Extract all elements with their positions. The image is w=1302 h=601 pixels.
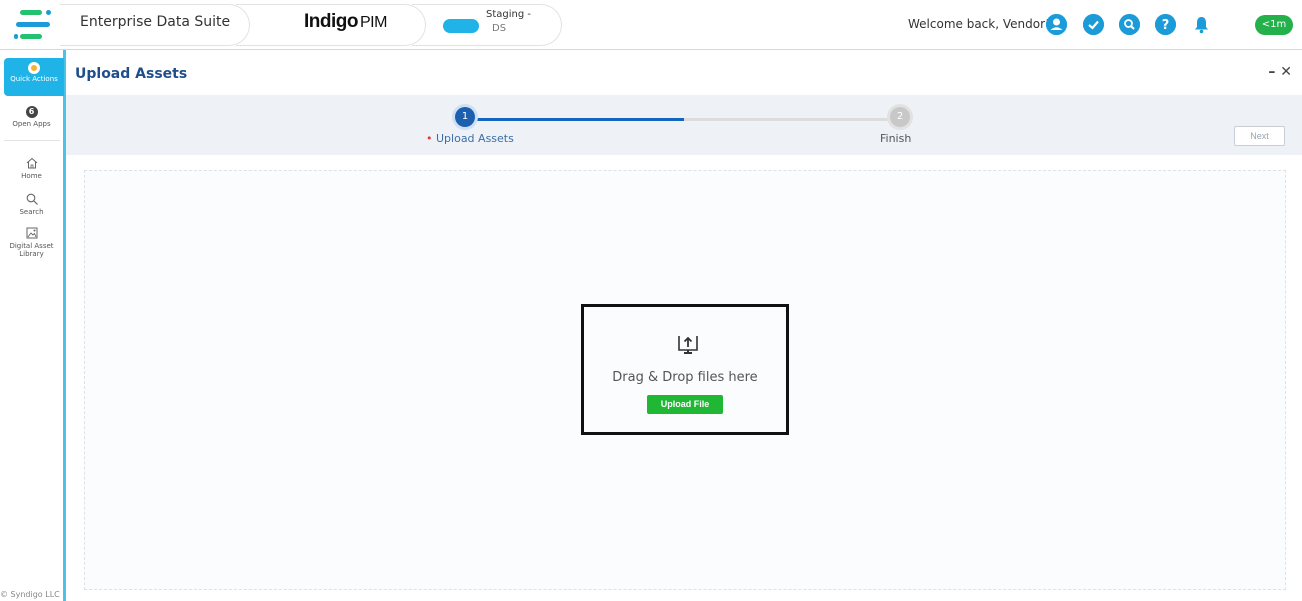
step-1-indicator[interactable]: 1 (455, 107, 475, 127)
step-2-indicator[interactable]: 2 (890, 107, 910, 127)
sidebar-item-search[interactable]: Search (0, 192, 63, 216)
svg-text:?: ? (1162, 18, 1170, 33)
upload-file-button[interactable]: Upload File (647, 395, 723, 414)
window-controls: – ✕ (1268, 64, 1292, 80)
main-panel: Upload Assets – ✕ 1 2 Upload Assets Fini… (66, 50, 1302, 601)
bell-icon[interactable] (1191, 14, 1212, 35)
stepper: 1 2 Upload Assets Finish Next (66, 95, 1302, 155)
sidebar-item-home[interactable]: Home (0, 156, 63, 180)
close-button[interactable]: ✕ (1280, 64, 1292, 80)
sidebar-item-digital-asset-library[interactable]: Digital Asset Library (0, 226, 63, 258)
step-2-label: Finish (880, 132, 912, 145)
quick-actions-icon (28, 62, 40, 74)
user-icon[interactable] (1046, 14, 1067, 35)
welcome-message: Welcome back, Vendor! (908, 17, 1050, 31)
env-label: Staging - DS (486, 9, 531, 34)
time-badge[interactable]: <1m (1255, 15, 1293, 35)
top-bar: Enterprise Data Suite Indigo PIM Staging … (0, 0, 1302, 50)
page-title: Upload Assets (75, 66, 188, 82)
open-apps-count: 6 (25, 106, 38, 118)
step-progress-line (462, 118, 684, 121)
step-1-label: Upload Assets (426, 132, 514, 145)
check-icon[interactable] (1083, 14, 1104, 35)
app-logo-icon[interactable] (8, 6, 58, 44)
nav-divider (4, 140, 60, 141)
image-icon (25, 226, 39, 240)
env-toggle[interactable] (443, 19, 479, 33)
drop-instruction: Drag & Drop files here (612, 370, 758, 385)
left-nav: Quick Actions 6 Open Apps Home Search Di… (0, 50, 66, 601)
minimize-button[interactable]: – (1268, 64, 1275, 80)
step-remaining-line (684, 118, 902, 121)
search-icon[interactable] (1119, 14, 1140, 35)
suite-name: Enterprise Data Suite (80, 14, 231, 30)
upload-box[interactable]: Drag & Drop files here Upload File (581, 304, 789, 435)
next-button[interactable]: Next (1234, 126, 1285, 146)
home-icon (25, 156, 39, 170)
quick-actions-button[interactable]: Quick Actions (4, 58, 64, 96)
upload-icon (678, 336, 698, 354)
brand-logo: Indigo PIM (304, 11, 387, 32)
copyright: © Syndigo LLC (0, 590, 60, 599)
search-icon (25, 192, 39, 206)
help-icon[interactable]: ? (1155, 14, 1176, 35)
open-apps-button[interactable]: 6 Open Apps (0, 106, 63, 128)
